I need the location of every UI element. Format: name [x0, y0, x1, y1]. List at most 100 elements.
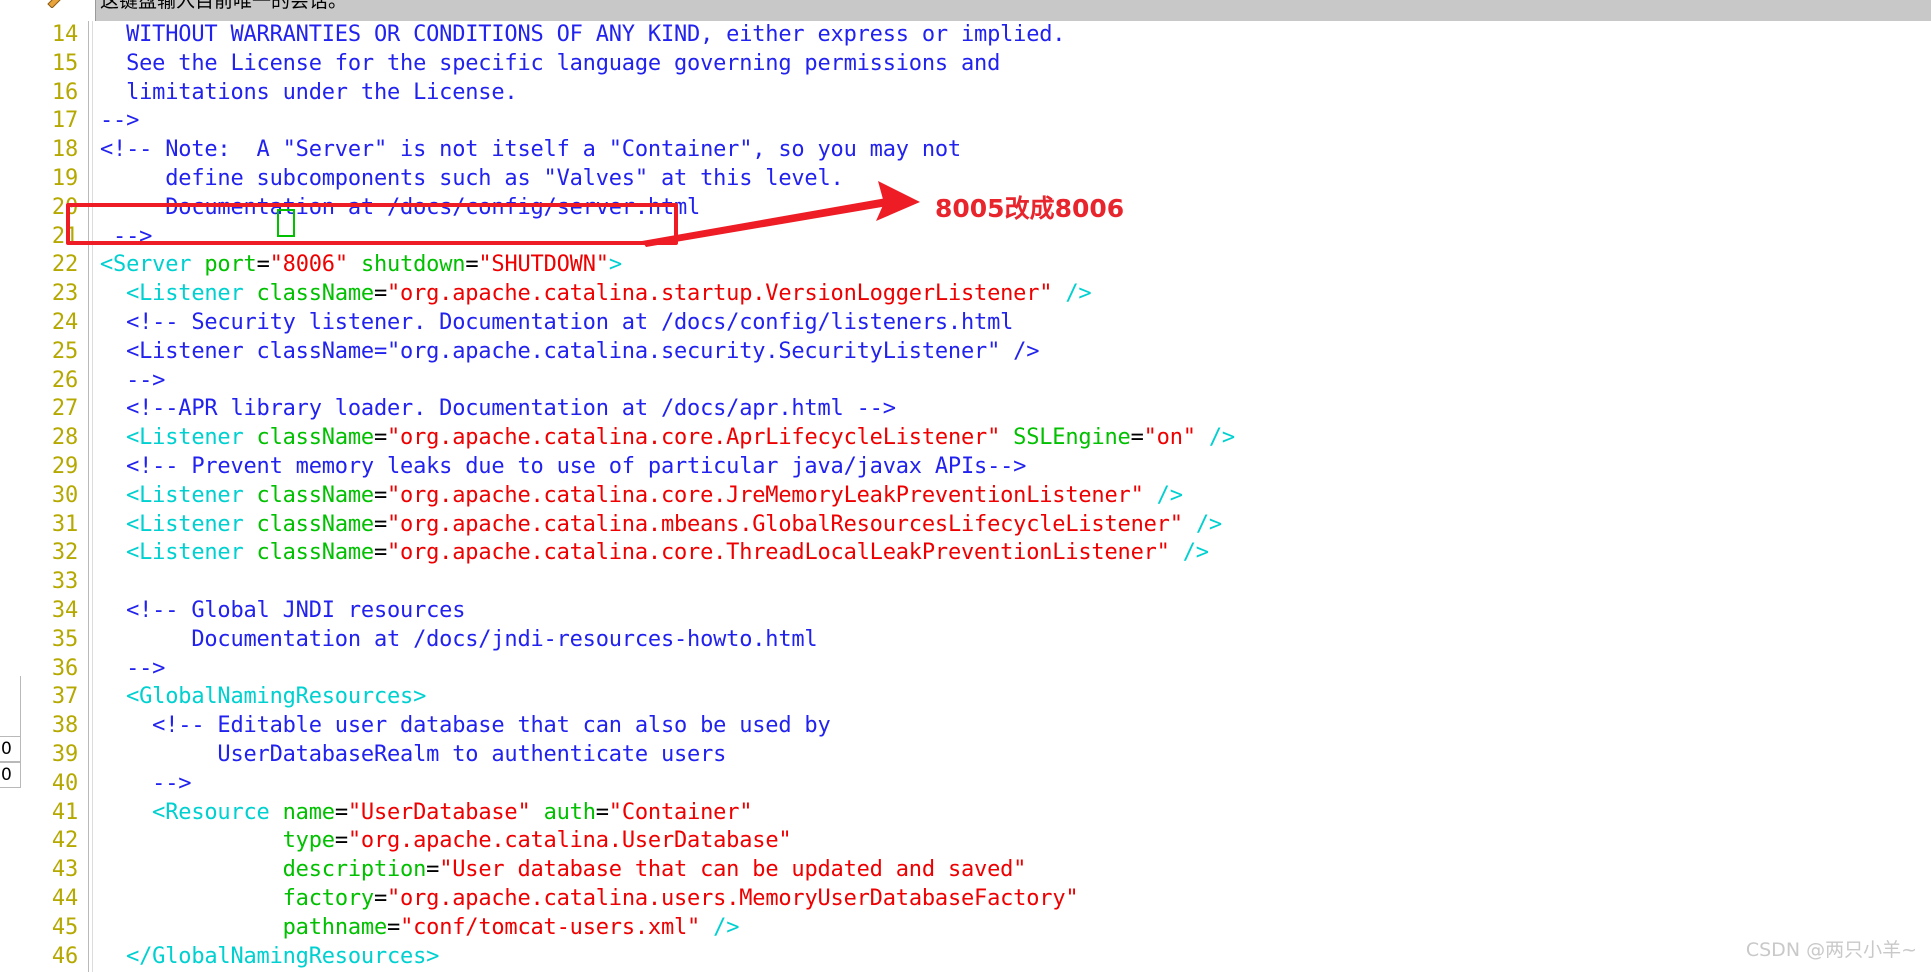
code-line[interactable]: 23 <Listener className="org.apache.catal… — [0, 280, 1931, 309]
code-line[interactable]: 25 <Listener className="org.apache.catal… — [0, 338, 1931, 367]
code-editor[interactable]: 14 WITHOUT WARRANTIES OR CONDITIONS OF A… — [0, 21, 1931, 972]
code-line-text: <Listener className="org.apache.catalina… — [100, 511, 1222, 540]
code-token: = — [373, 425, 387, 451]
code-line[interactable]: 17 --> — [0, 107, 1931, 136]
code-line-text: <!-- Editable user database that can als… — [100, 712, 831, 741]
code-token: <!-- Global JNDI resources — [100, 597, 466, 623]
code-token: define subcomponents such as "Valves" at… — [100, 165, 844, 191]
line-number: 29 — [51, 453, 78, 479]
code-line-text: --> — [100, 223, 152, 252]
code-token: --> — [100, 367, 166, 393]
code-token: = — [465, 252, 479, 278]
code-line[interactable]: 46 </GlobalNamingResources> — [0, 943, 1931, 972]
code-line-text: pathname="conf/tomcat-users.xml" /> — [100, 914, 740, 943]
code-line[interactable]: 40 --> — [0, 770, 1931, 799]
code-line-text: <!-- Security listener. Documentation at… — [100, 309, 1013, 338]
code-line[interactable]: 44 factory="org.apache.catalina.users.Me… — [0, 885, 1931, 914]
code-line-text: <GlobalNamingResources> — [100, 683, 426, 712]
code-token: = — [373, 885, 388, 911]
code-line-text: </GlobalNamingResources> — [100, 943, 439, 972]
code-line[interactable]: 32 <Listener className="org.apache.catal… — [0, 539, 1931, 568]
code-token: "UserDatabase" — [347, 799, 531, 825]
code-line[interactable]: 42 type="org.apache.catalina.UserDatabas… — [0, 827, 1931, 856]
code-token: <Listener — [100, 511, 244, 537]
line-number: 31 — [51, 511, 78, 537]
line-number: 30 — [51, 482, 78, 508]
code-token: /> — [1156, 482, 1183, 508]
code-token: "SHUTDOWN" — [478, 252, 609, 278]
code-line[interactable]: 31 <Listener className="org.apache.catal… — [0, 511, 1931, 540]
code-line[interactable]: 34 <!-- Global JNDI resources — [0, 597, 1931, 626]
wrench-icon[interactable] — [46, 0, 68, 8]
code-line[interactable]: 21 --> — [0, 223, 1931, 252]
code-line[interactable]: 38 <!-- Editable user database that can … — [0, 712, 1931, 741]
code-token: <GlobalNamingResources> — [100, 684, 427, 710]
code-line[interactable]: 27 <!--APR library loader. Documentation… — [0, 395, 1931, 424]
code-token: Documentation at /docs/config/server.htm… — [100, 194, 701, 220]
line-number: 23 — [51, 281, 78, 307]
code-line[interactable]: 36 --> — [0, 655, 1931, 684]
line-number: 42 — [51, 828, 78, 854]
code-line[interactable]: 14 WITHOUT WARRANTIES OR CONDITIONS OF A… — [0, 21, 1931, 50]
code-line-text: <Listener className="org.apache.catalina… — [100, 338, 1039, 367]
code-line[interactable]: 22 <Server port="8006" shutdown="SHUTDOWN… — [0, 251, 1931, 280]
code-token: "Container" — [608, 799, 753, 825]
code-token: <!-- Security listener. Documentation at… — [100, 309, 1014, 335]
code-line[interactable]: 30 <Listener className="org.apache.catal… — [0, 482, 1931, 511]
code-line-text: limitations under the License. — [100, 79, 518, 108]
code-line[interactable]: 45 pathname="conf/tomcat-users.xml" /> — [0, 914, 1931, 943]
code-line[interactable]: 39 UserDatabaseRealm to authenticate use… — [0, 741, 1931, 770]
code-line[interactable]: 24 <!-- Security listener. Documentation… — [0, 309, 1931, 338]
code-line-text: UserDatabaseRealm to authenticate users — [100, 741, 726, 770]
code-line[interactable]: 26 --> — [0, 367, 1931, 396]
code-line[interactable]: 35 Documentation at /docs/jndi-resources… — [0, 626, 1931, 655]
code-line[interactable]: 33 — [0, 568, 1931, 597]
code-line[interactable]: 18 <!-- Note: A "Server" is not itself a … — [0, 136, 1931, 165]
code-token: name — [282, 799, 335, 825]
code-line[interactable]: 37 <GlobalNamingResources> — [0, 683, 1931, 712]
code-line-text: <!-- Global JNDI resources — [100, 597, 465, 626]
code-line[interactable]: 15 See the License for the specific lang… — [0, 50, 1931, 79]
line-number: 32 — [51, 540, 78, 566]
code-line-text: description="User database that can be u… — [100, 856, 1027, 885]
line-number: 25 — [51, 338, 78, 364]
code-line-text: --> — [100, 655, 165, 684]
line-number: 43 — [51, 857, 78, 883]
line-number: 18 — [51, 137, 78, 163]
code-token: SSLEngine — [1013, 425, 1131, 451]
code-line-text: --> — [100, 107, 139, 136]
code-token: = — [334, 799, 348, 825]
code-token: WITHOUT WARRANTIES OR CONDITIONS OF ANY … — [100, 22, 1066, 47]
code-token: = — [256, 252, 270, 278]
code-token: "on" — [1143, 425, 1196, 451]
code-token: = — [334, 828, 348, 854]
code-token: "8006" — [269, 252, 348, 278]
toolbar-hint-text: 这键盘输入目前唯一的会话。 — [100, 0, 348, 12]
code-line-text: <!-- Prevent memory leaks due to use of … — [100, 453, 1026, 482]
code-token: auth — [543, 799, 596, 825]
code-token: type — [282, 828, 335, 854]
code-line[interactable]: 28 <Listener className="org.apache.catal… — [0, 424, 1931, 453]
code-token: --> — [100, 770, 192, 796]
code-line[interactable]: 29 <!-- Prevent memory leaks due to use … — [0, 453, 1931, 482]
code-line-list[interactable]: 14 WITHOUT WARRANTIES OR CONDITIONS OF A… — [0, 21, 1931, 971]
code-token: <!--APR library loader. Documentation at… — [100, 396, 896, 422]
code-line[interactable]: 41 <Resource name="UserDatabase" auth="C… — [0, 799, 1931, 828]
status-counter-2[interactable]: 0 — [0, 762, 21, 788]
status-counter-1[interactable]: 0 — [0, 736, 21, 762]
code-line-text: See the License for the specific languag… — [100, 50, 1000, 79]
watermark-text: CSDN @两只小羊~ — [1745, 939, 1917, 961]
code-token: <!-- Note: A "Server" is not itself a "C… — [100, 137, 961, 163]
line-number: 20 — [51, 194, 78, 220]
code-line[interactable]: 43 description="User database that can b… — [0, 856, 1931, 885]
code-line[interactable]: 16 limitations under the License. — [0, 79, 1931, 108]
code-token: <Listener className="org.apache.catalina… — [100, 338, 1040, 364]
